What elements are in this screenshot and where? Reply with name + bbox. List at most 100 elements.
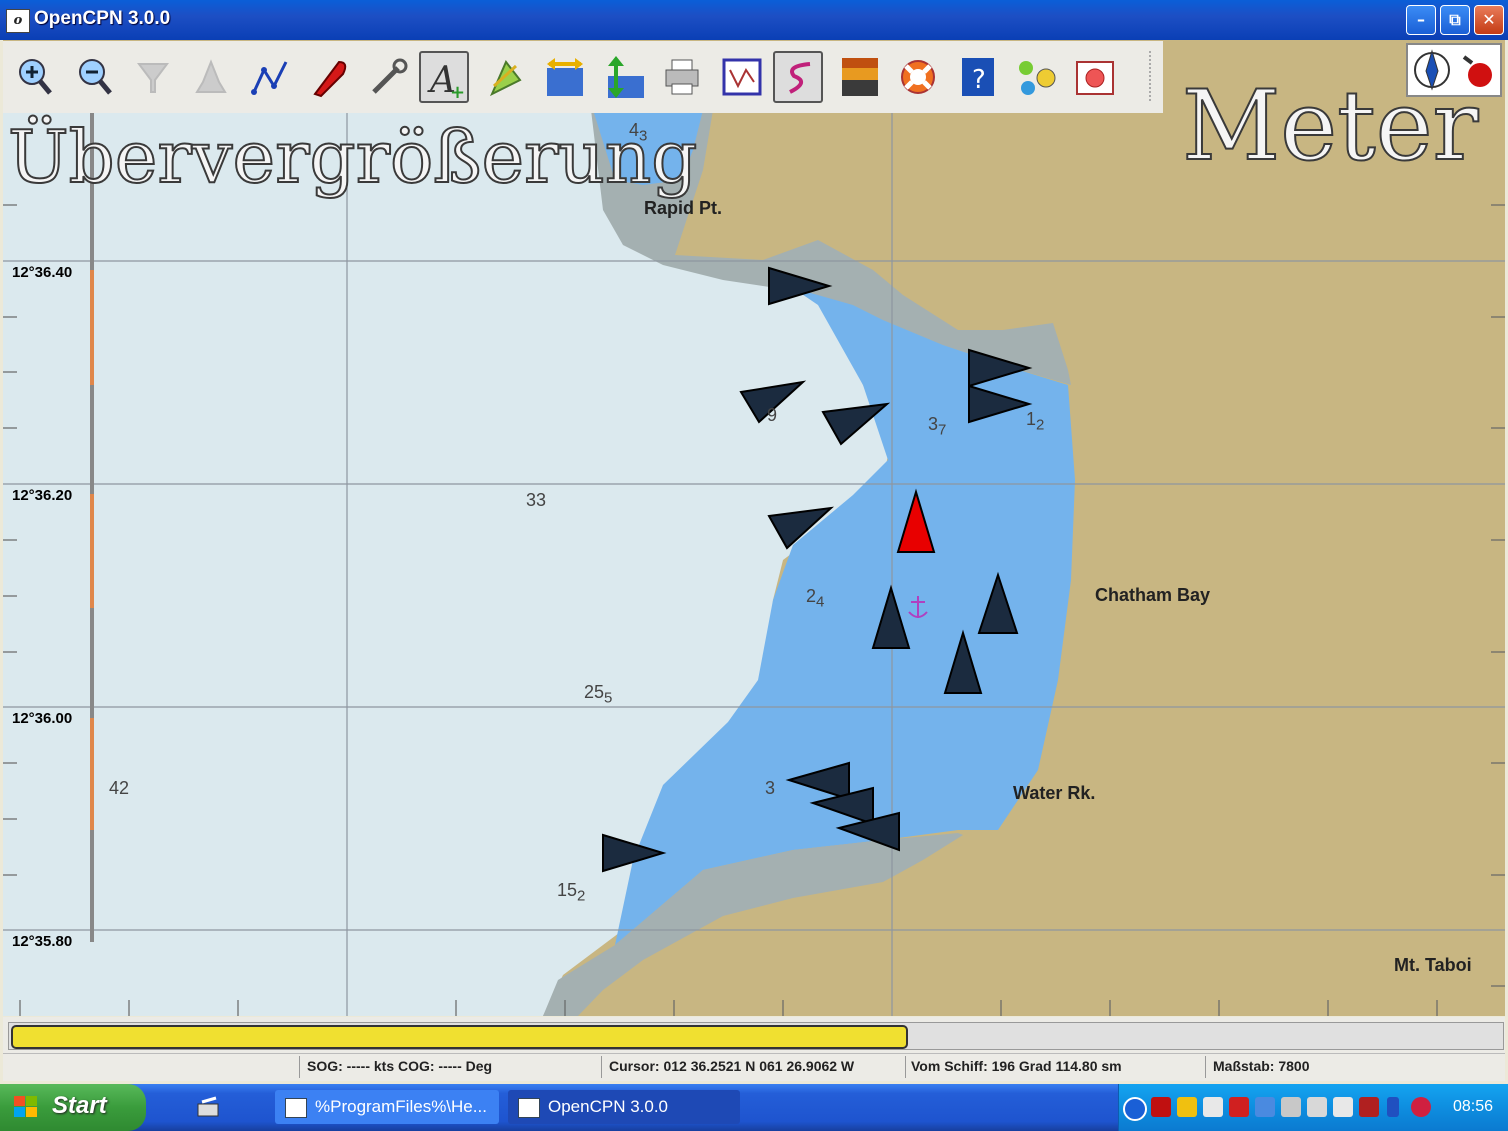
tides-button[interactable] (599, 51, 649, 103)
latitude-label: 12°36.40 (12, 264, 73, 281)
boat-icon (313, 60, 347, 98)
taskbar-item-opencpn[interactable]: OpenCPN 3.0.0 (508, 1090, 740, 1124)
progress-area (3, 1017, 1505, 1053)
depth-sounding: 3 (765, 778, 776, 798)
progress-bar (11, 1025, 908, 1049)
instruments-button[interactable] (1011, 51, 1061, 103)
sunset-icon (842, 58, 878, 96)
depth-sounding: 43 (629, 120, 648, 145)
latitude-label: 12°36.00 (12, 710, 73, 727)
tray-shield-icon[interactable] (1411, 1097, 1431, 1117)
zoom-in-icon (19, 59, 52, 95)
task-label: OpenCPN 3.0.0 (548, 1097, 669, 1116)
wrench-icon (372, 58, 408, 94)
tray-app-icon[interactable] (1229, 1097, 1249, 1117)
clock: 08:56 (1452, 1098, 1493, 1115)
print-button[interactable] (657, 51, 707, 103)
depth-sounding: 9 (767, 405, 778, 425)
close-button[interactable]: ✕ (1474, 5, 1504, 35)
main-toolbar: A + ? (3, 41, 1163, 113)
track-icon (789, 62, 811, 94)
toolbar-grip[interactable] (1149, 51, 1157, 101)
bearing-distance-readout: Vom Schiff: 196 Grad 114.80 sm (911, 1058, 1122, 1074)
depth-sounding: 12 (1026, 409, 1045, 434)
latitude-label: 12°35.80 (12, 933, 73, 950)
chart-icon (1076, 61, 1114, 95)
sog-cog-readout: SOG: ----- kts COG: ----- Deg (307, 1058, 493, 1074)
cursor-position-readout: Cursor: 012 36.2521 N 061 26.9062 W (609, 1058, 855, 1074)
lifebuoy-icon (901, 60, 935, 94)
tray-wifi-icon[interactable] (1203, 1097, 1223, 1117)
zoom-out-icon (79, 59, 112, 95)
status-bar: SOG: ----- kts COG: ----- Deg Cursor: 01… (3, 1053, 1505, 1081)
tide-icon (608, 56, 644, 98)
funnel-icon (137, 63, 169, 93)
maximize-button[interactable]: ⧉ (1440, 5, 1470, 35)
text-icon: A+ (427, 60, 465, 100)
ais-icon (489, 60, 522, 97)
color-scheme-button[interactable] (835, 51, 885, 103)
tray-expand-icon[interactable] (1123, 1097, 1147, 1121)
depth-sounding: 33 (526, 490, 547, 510)
settings-button[interactable] (363, 51, 413, 103)
window-title: OpenCPN 3.0.0 (34, 8, 171, 29)
svg-text:?: ? (972, 65, 986, 95)
task-label: %ProgramFiles%\He... (315, 1097, 487, 1116)
print-icon (665, 59, 699, 95)
taskbar: Start %ProgramFiles%\He... OpenCPN 3.0.0… (0, 1084, 1508, 1131)
scale-in-button[interactable] (128, 51, 178, 103)
instruments-icon (1019, 61, 1056, 95)
tray-volume-icon[interactable] (1333, 1097, 1353, 1117)
tray-tools-icon[interactable] (1359, 1097, 1379, 1117)
svg-text:+: + (450, 82, 465, 100)
title-bar[interactable]: o OpenCPN 3.0.0 – ⧉ ✕ (0, 0, 1508, 40)
mob-button[interactable] (893, 51, 943, 103)
route-manager-button[interactable] (717, 51, 767, 103)
zoom-out-button[interactable] (69, 51, 119, 103)
track-button[interactable] (773, 51, 823, 103)
help-icon: ? (962, 58, 994, 96)
zoom-in-button[interactable] (9, 51, 59, 103)
chart-canvas[interactable]: Übervergrößerung Meter 12°36.40 12°36.20… (3, 40, 1505, 1016)
ais-button[interactable] (481, 51, 531, 103)
windows-flag-icon (14, 1096, 37, 1117)
about-button[interactable] (1070, 51, 1120, 103)
start-button[interactable]: Start (0, 1084, 146, 1131)
place-name: Chatham Bay (1095, 585, 1211, 605)
help-button[interactable]: ? (953, 51, 1003, 103)
place-name: Water Rk. (1013, 783, 1096, 803)
opencpn-icon[interactable]: o (6, 9, 30, 33)
currents-button[interactable] (540, 51, 590, 103)
compass-widget[interactable] (1406, 43, 1502, 97)
folder-icon (285, 1098, 307, 1118)
bell-icon (195, 59, 227, 93)
opencpn-icon (518, 1098, 540, 1118)
compass-icon (1414, 49, 1492, 91)
start-label: Start (52, 1092, 107, 1119)
taskbar-item-explorer[interactable]: %ProgramFiles%\He... (275, 1090, 499, 1124)
tray-network-icon[interactable] (1255, 1097, 1275, 1117)
scale-out-button[interactable] (186, 51, 236, 103)
text-tool-button[interactable]: A + (419, 51, 469, 103)
depth-sounding: 255 (584, 682, 613, 707)
scale-readout: Maßstab: 7800 (1213, 1058, 1310, 1074)
follow-ship-button[interactable] (304, 51, 354, 103)
depth-sounding: 152 (557, 880, 586, 905)
overzoom-label: Übervergrößerung (7, 114, 698, 200)
route-button[interactable] (245, 51, 295, 103)
tray-printer-icon[interactable] (1307, 1097, 1327, 1117)
depth-sounding: 37 (928, 414, 947, 439)
tray-monitor-icon[interactable] (1281, 1097, 1301, 1117)
place-name: Rapid Pt. (644, 198, 723, 218)
route-icon (251, 61, 288, 95)
tray-warning-icon[interactable] (1177, 1097, 1197, 1117)
depth-sounding: 24 (806, 586, 825, 611)
tray-battery-icon[interactable] (1387, 1097, 1399, 1117)
minimize-button[interactable]: – (1406, 5, 1436, 35)
current-icon (547, 58, 583, 96)
latitude-label: 12°36.20 (12, 487, 73, 504)
tray-antivirus-icon[interactable] (1151, 1097, 1171, 1117)
quicklaunch-desktop-icon[interactable] (196, 1096, 222, 1118)
depth-sounding: 42 (109, 778, 130, 798)
route-manager-icon (722, 58, 762, 96)
